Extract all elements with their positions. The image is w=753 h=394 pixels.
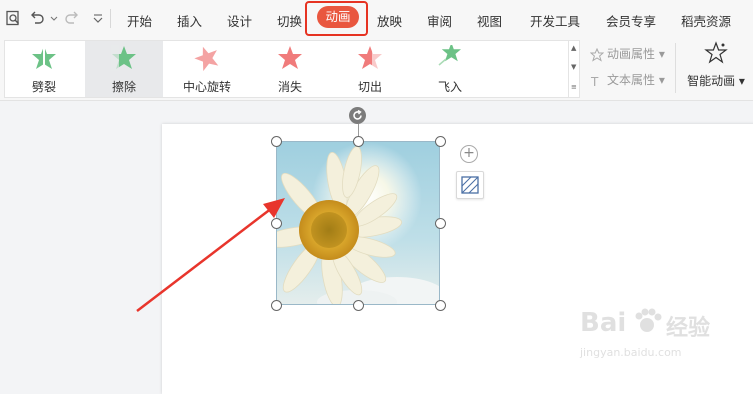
watermark-brand: Bai	[580, 308, 627, 338]
watermark-url: jingyan.baidu.com	[580, 346, 682, 359]
watermark-brand-cn: 经验	[666, 316, 711, 341]
paw-icon	[635, 308, 662, 332]
baidu-watermark: Bai 经验 jingyan.baidu.com	[558, 290, 748, 385]
